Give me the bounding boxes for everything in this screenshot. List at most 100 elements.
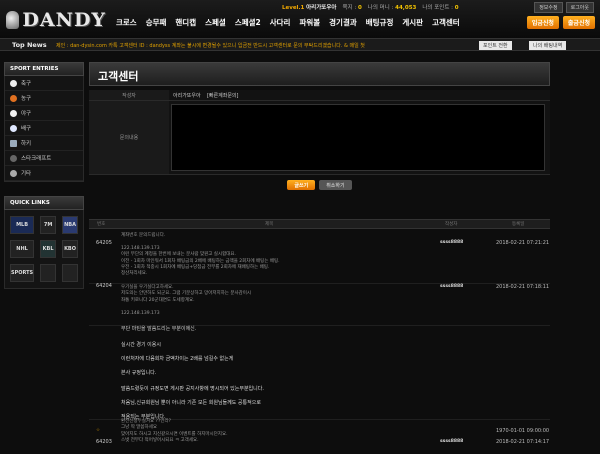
- message-count[interactable]: 0: [358, 5, 362, 11]
- table-row[interactable]: 계좌번호 문의드립니다. 122.148.139.173 이런 무단의 계정을 …: [89, 230, 550, 284]
- col-number: 번호: [97, 222, 106, 227]
- money-value: 44,053: [395, 5, 417, 11]
- sport-item-volleyball[interactable]: 배구: [5, 121, 83, 136]
- table-row[interactable]: 우기실을 우기실다고하세요. 저도의는 안만하도 되군요. 그럼 기분상하고 망…: [89, 283, 550, 326]
- message-label: 쪽지 :: [342, 5, 357, 11]
- main-content: 고객센터 작성자 아리가또우아 [빠른계좌문의] 문의내용 글쓰기 취소하기 번…: [89, 62, 550, 454]
- user-name: 아리가또우아: [306, 5, 337, 11]
- nav-board[interactable]: 게시판: [402, 17, 423, 28]
- quick-link-empty[interactable]: [40, 264, 57, 282]
- sport-item-starcraft[interactable]: 스타크래프트: [5, 151, 83, 166]
- quick-link-7m[interactable]: 7M: [40, 216, 57, 234]
- quick-links-grid: MLB 7M NBA NHL KBL KBO SPORTS: [4, 210, 84, 289]
- row-author: ssss8888: [440, 439, 464, 444]
- quick-link-nhl[interactable]: NHL: [10, 240, 35, 258]
- quick-link-mlb[interactable]: MLB: [10, 216, 35, 234]
- quick-link-kbo[interactable]: KBO: [62, 240, 78, 258]
- row-number: 64205: [96, 240, 112, 246]
- form-buttons: 글쓰기 취소하기: [89, 180, 550, 202]
- logo-text: DANDY: [22, 9, 106, 31]
- row-author: ssss8888: [440, 284, 464, 289]
- other-sport-icon: [10, 169, 17, 177]
- table-row[interactable]: 환전신청두실거요 ??인라? 그냥 딱 말씀하세요 맞아지도 하시고 지신같으시…: [89, 419, 550, 454]
- withdraw-button[interactable]: 출금신청: [562, 16, 595, 29]
- account-links: 정보수정 로그아웃: [534, 2, 594, 13]
- sport-label: 하키: [21, 141, 32, 147]
- quick-links-title: QUICK LINKS: [4, 196, 84, 210]
- row-line: 이런처자에 다음회차 금액차이는 2배를 넘길수 없는게: [121, 356, 234, 362]
- user-stats: Level.1 아리가또우아 쪽지 : 0 나의 머니 : 44,053 나의 …: [282, 3, 459, 11]
- nav-results[interactable]: 경기결과: [329, 17, 357, 28]
- table-row[interactable]: 무단 마틴을 말씀드리는 부분이에신. 실시간 경기 이용시 이런처자에 다음회…: [89, 322, 550, 434]
- row-author: ssss8888: [440, 240, 464, 245]
- page-title: 고객센터: [89, 62, 550, 86]
- author-label: 작성자: [89, 90, 169, 101]
- row-date: 2018-02-21 07:18:11: [496, 284, 550, 290]
- nav-special2[interactable]: 스페셜2: [235, 17, 261, 28]
- point-value: 0: [454, 5, 459, 11]
- row-line: 122.148.139.173: [121, 310, 160, 316]
- nav-ladder[interactable]: 사다리: [270, 17, 291, 28]
- table-header: 번호 제목 작성자 등록일: [89, 219, 550, 229]
- ticker-message: 제인 : dan-dysin.com 카톡 고객센터 ID : dandyss …: [56, 43, 365, 49]
- sport-label: 야구: [21, 111, 32, 117]
- logout-link[interactable]: 로그아웃: [565, 2, 594, 13]
- quick-link-empty[interactable]: [62, 264, 78, 282]
- nav-win-draw-loss[interactable]: 승무패: [146, 17, 167, 28]
- nav-betting-rules[interactable]: 배팅규정: [366, 17, 394, 28]
- row-line: 실시간 경기 이용시: [121, 342, 161, 348]
- sidebar: SPORT ENTRIES 축구 농구 야구 배구 하키 스타크래프트 기타 Q…: [4, 62, 84, 289]
- money-label: 나의 머니 :: [367, 5, 394, 11]
- volleyball-icon: [10, 124, 17, 132]
- deposit-button[interactable]: 입금신청: [526, 16, 559, 29]
- nav-powerball[interactable]: 파워볼: [299, 17, 320, 28]
- nav-handicap[interactable]: 핸디캡: [175, 17, 196, 28]
- col-title: 제목: [265, 222, 274, 227]
- ticker-label: Top News: [12, 41, 47, 49]
- author-value: 아리가또우아 [빠른계좌문의]: [169, 90, 550, 101]
- point-label: 나의 포인트 :: [422, 5, 454, 11]
- nav-customer-center[interactable]: 고객센터: [432, 17, 460, 28]
- col-date: 등록일: [512, 222, 525, 227]
- soccer-ball-icon: [10, 79, 17, 87]
- row-number: 64204: [96, 283, 112, 289]
- subject-prefix: [빠른계좌문의]: [206, 92, 239, 99]
- row-line: 스벗 전부다 적어넣어시되요 ㅋ 고객세요.: [121, 438, 199, 444]
- nav-cross[interactable]: 크로스: [116, 17, 137, 28]
- row-line: 말씀드렸듯이 규정도면 게시판 공지사항에 명시되어 있는부분입니다.: [121, 386, 264, 392]
- point-convert-button[interactable]: 포인트 전환: [479, 41, 512, 50]
- sport-item-hockey[interactable]: 하키: [5, 136, 83, 151]
- starcraft-icon: [10, 154, 17, 162]
- sport-item-baseball[interactable]: 야구: [5, 106, 83, 121]
- row-date: 2018-02-21 07:21:21: [496, 240, 550, 246]
- header: DANDY Level.1 아리가또우아 쪽지 : 0 나의 머니 : 44,0…: [0, 0, 600, 38]
- sport-label: 축구: [21, 81, 32, 87]
- sport-item-other[interactable]: 기타: [5, 166, 83, 181]
- quick-link-kbl[interactable]: KBL: [40, 240, 57, 258]
- content-textarea[interactable]: [171, 104, 545, 171]
- news-ticker: Top News 제인 : dan-dysin.com 카톡 고객센터 ID :…: [0, 38, 600, 51]
- sport-item-basketball[interactable]: 농구: [5, 91, 83, 106]
- row-line: 본사 규정입니다.: [121, 370, 157, 376]
- cancel-button[interactable]: 취소하기: [319, 180, 352, 190]
- author-row: 작성자 아리가또우아 [빠른계좌문의]: [89, 90, 550, 101]
- write-button[interactable]: 글쓰기: [287, 180, 316, 190]
- edit-profile-link[interactable]: 정보수정: [534, 2, 563, 13]
- row-line: 정산처리세요.: [121, 271, 148, 277]
- sport-label: 배구: [21, 126, 32, 132]
- money-buttons: 입금신청 출금신청: [526, 16, 595, 29]
- content-label: 문의내용: [89, 101, 169, 175]
- row-number: 64203: [96, 439, 112, 445]
- logo[interactable]: DANDY: [6, 8, 106, 32]
- my-bets-button[interactable]: 나의 배팅내역: [529, 41, 567, 50]
- basketball-icon: [10, 94, 17, 102]
- nav-special[interactable]: 스페셜: [205, 17, 226, 28]
- baseball-icon: [10, 109, 17, 117]
- sport-label: 기타: [21, 171, 32, 177]
- quick-link-sports[interactable]: SPORTS: [10, 264, 35, 282]
- main-nav: 크로스 승무패 핸디캡 스페셜 스페셜2 사다리 파워볼 경기결과 배팅규정 게…: [116, 17, 460, 28]
- quick-link-nba[interactable]: NBA: [62, 216, 78, 234]
- sport-label: 농구: [21, 96, 32, 102]
- sport-item-soccer[interactable]: 축구: [5, 76, 83, 91]
- author-name: 아리가또우아: [173, 92, 201, 99]
